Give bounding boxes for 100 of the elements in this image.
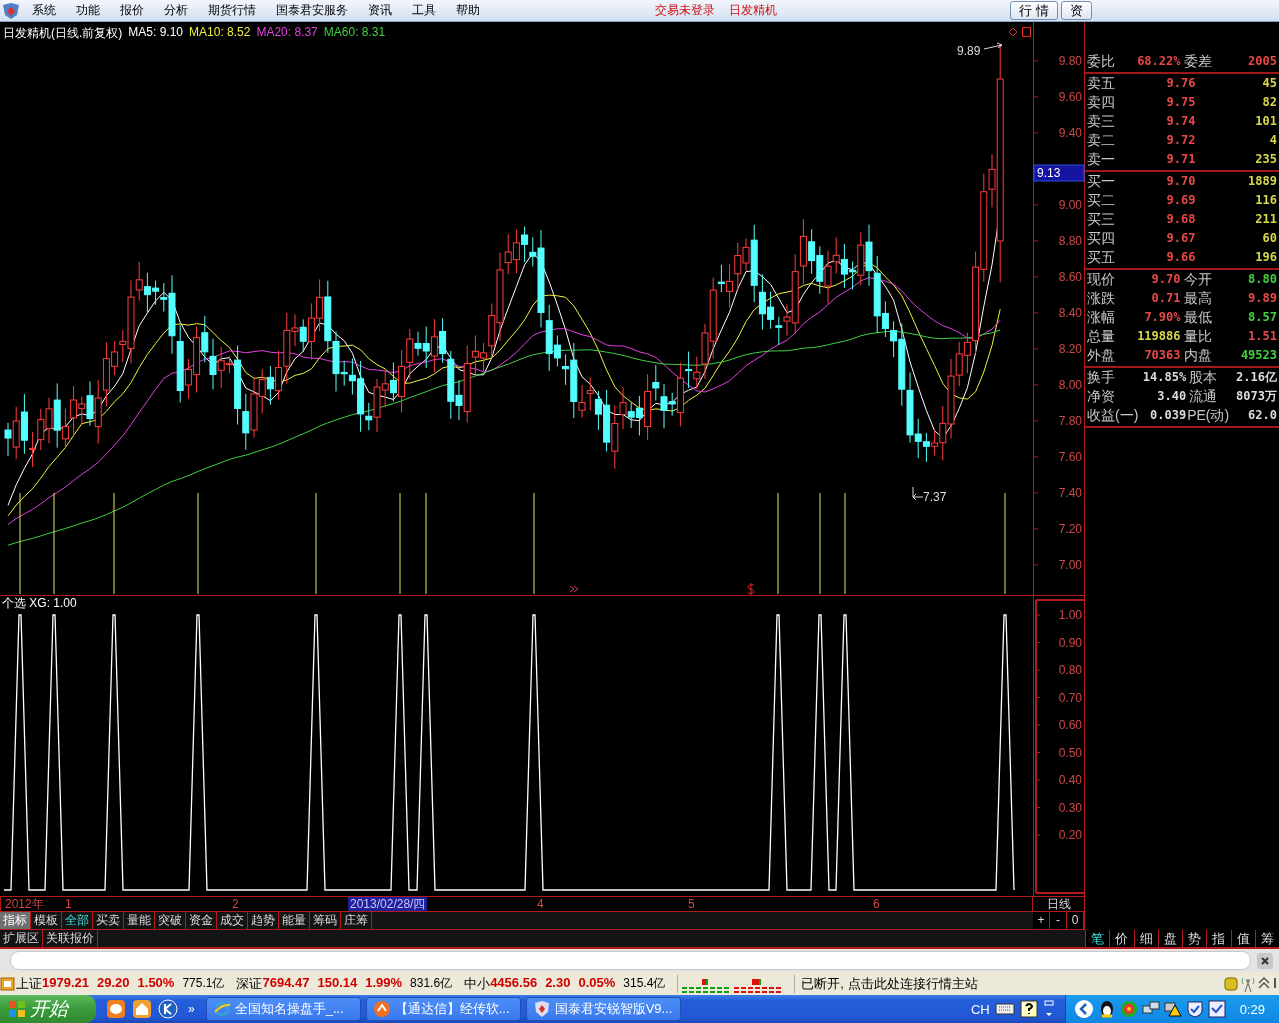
index-percent: 1.99% (365, 974, 403, 992)
language-indicator[interactable]: CH (970, 1001, 990, 1017)
chart-title: 日发精机(日线.前复权) (3, 25, 123, 42)
taskbar-button[interactable]: 国泰君安锐智版V9... (525, 997, 681, 1021)
index-change: 150.14 (317, 974, 358, 992)
moving-average-label: MA5: 9.10 (128, 25, 184, 41)
field-value: 9.89 (1247, 290, 1277, 307)
detail-tab[interactable]: 值 (1230, 930, 1255, 947)
window-icon[interactable] (1022, 27, 1031, 37)
period-label: 日线 (1033, 897, 1085, 912)
detail-tab[interactable]: 势 (1182, 930, 1207, 947)
chevron-left-icon[interactable] (1073, 999, 1094, 1019)
field-label: 现价 (1087, 270, 1115, 289)
indicator-tab[interactable]: 筹码 (310, 912, 341, 929)
zoom-button[interactable]: - (1050, 912, 1067, 929)
dollar-icon (747, 582, 755, 596)
zoom-button[interactable]: 0 (1067, 912, 1084, 929)
help-icon[interactable] (1019, 1000, 1038, 1018)
menu-item[interactable]: 分析 (154, 2, 198, 19)
indicator-tab[interactable]: 量能 (124, 912, 155, 929)
detail-tab[interactable]: 筹 (1254, 930, 1279, 947)
field-value: 1.51 (1247, 328, 1277, 345)
toolbar-button[interactable]: 行 情 (1010, 1, 1058, 20)
axis-label: 8.60 (1058, 270, 1082, 284)
options-icon[interactable] (1042, 999, 1055, 1019)
index-name: 上证 (16, 974, 42, 993)
panel-tab[interactable]: 扩展区 (0, 930, 43, 947)
field-label: 买五 (1087, 248, 1115, 267)
field-value: 9.70 (1150, 271, 1181, 288)
field-label: 卖二 (1087, 131, 1115, 150)
toolbar-button[interactable]: 资 (1060, 1, 1092, 20)
price-label: 9.89 (957, 44, 981, 58)
axis-label: 7.60 (1058, 450, 1082, 464)
detail-tab[interactable]: 指 (1206, 930, 1231, 947)
warning-icon[interactable] (1163, 1000, 1182, 1018)
moving-average-label: MA60: 8.31 (323, 25, 386, 41)
indicator-tab[interactable]: 庄筹 (341, 912, 372, 929)
date-axis-label: 2 (231, 897, 240, 911)
field-label: 买二 (1087, 191, 1115, 210)
indicator-tab[interactable]: 买卖 (93, 912, 124, 929)
menu-item[interactable]: 国泰君安服务 (266, 2, 358, 19)
connection-message[interactable]: 已断开, 点击此处连接行情主站 (794, 974, 1223, 993)
indicator-tab[interactable]: 突破 (155, 912, 186, 929)
k-circle-icon[interactable] (158, 999, 178, 1019)
diamond-icon[interactable] (1008, 27, 1018, 37)
indicator-tab[interactable]: 资金 (186, 912, 217, 929)
field-value: 9.75 (1165, 94, 1196, 111)
menu-item[interactable]: 工具 (402, 2, 446, 19)
keyboard-icon[interactable] (994, 1002, 1015, 1016)
detail-tab[interactable]: 价 (1109, 930, 1134, 947)
menu-item[interactable]: 资讯 (358, 2, 402, 19)
chat-bubble-icon[interactable] (106, 999, 126, 1019)
index-percent: 0.05% (578, 974, 616, 992)
menu-item[interactable]: 帮助 (446, 2, 490, 19)
index-amount: 775.1亿 (182, 974, 225, 992)
axis-label: 0.70 (1058, 690, 1082, 705)
panel-tab[interactable]: 指标 (0, 912, 31, 929)
field-value: 49523 (1239, 347, 1277, 364)
field-value: 9.72 (1165, 132, 1196, 149)
panel-tab[interactable]: 关联报价 (43, 930, 98, 947)
axis-label: 0.40 (1058, 773, 1082, 787)
arrow-icon (983, 42, 1003, 50)
axis-label: 0.50 (1058, 745, 1082, 760)
clock: 0:29 (1239, 1001, 1265, 1017)
axis-label: 7.40 (1058, 486, 1082, 500)
axis-label: 9.00 (1058, 198, 1082, 212)
indicator-tab[interactable]: 全部 (62, 912, 93, 929)
house-icon[interactable] (132, 999, 152, 1019)
detail-tab[interactable]: 细 (1133, 930, 1158, 947)
panel-tab[interactable]: 模板 (31, 912, 62, 929)
start-button[interactable]: 开始 (0, 995, 96, 1023)
indicator-tab[interactable]: 成交 (217, 912, 248, 929)
app-icon (0, 976, 16, 991)
menu-item[interactable]: 报价 (110, 2, 154, 19)
menu-item[interactable]: 系统 (22, 2, 66, 19)
detail-tab[interactable]: 笔 (1085, 930, 1110, 947)
menu-item[interactable]: 功能 (66, 2, 110, 19)
field-value: 9.74 (1165, 113, 1196, 130)
menu-item[interactable]: 期货行情 (198, 2, 266, 19)
axis-label: 7.80 (1058, 414, 1082, 428)
taskbar-button[interactable]: 【通达信】经传软... (365, 997, 521, 1021)
index-value: 4456.56 (490, 974, 538, 992)
detail-tab[interactable]: 盘 (1157, 930, 1182, 947)
shield-icon[interactable] (1185, 1000, 1204, 1018)
date-axis-label: 2012年 (4, 897, 45, 911)
indicator-tab[interactable]: 能量 (279, 912, 310, 929)
zoom-button[interactable]: + (1033, 912, 1050, 929)
more-button[interactable]: » (188, 1002, 195, 1016)
field-label: 换手 (1087, 368, 1116, 387)
taskbar-button[interactable]: 全国知名操盘手_... (205, 997, 361, 1021)
input-field[interactable] (10, 951, 1251, 970)
price-tag: 9.13 (1033, 164, 1085, 182)
field-value: 8.80 (1247, 271, 1277, 288)
indicator-tab[interactable]: 趋势 (248, 912, 279, 929)
close-icon[interactable] (1257, 952, 1273, 969)
check-box-icon[interactable] (1207, 1000, 1226, 1018)
field-value: 9.69 (1165, 192, 1196, 209)
field-label: 量比 (1182, 327, 1212, 346)
axis-label: 9.80 (1058, 54, 1082, 68)
windows-logo-icon (8, 1000, 26, 1018)
